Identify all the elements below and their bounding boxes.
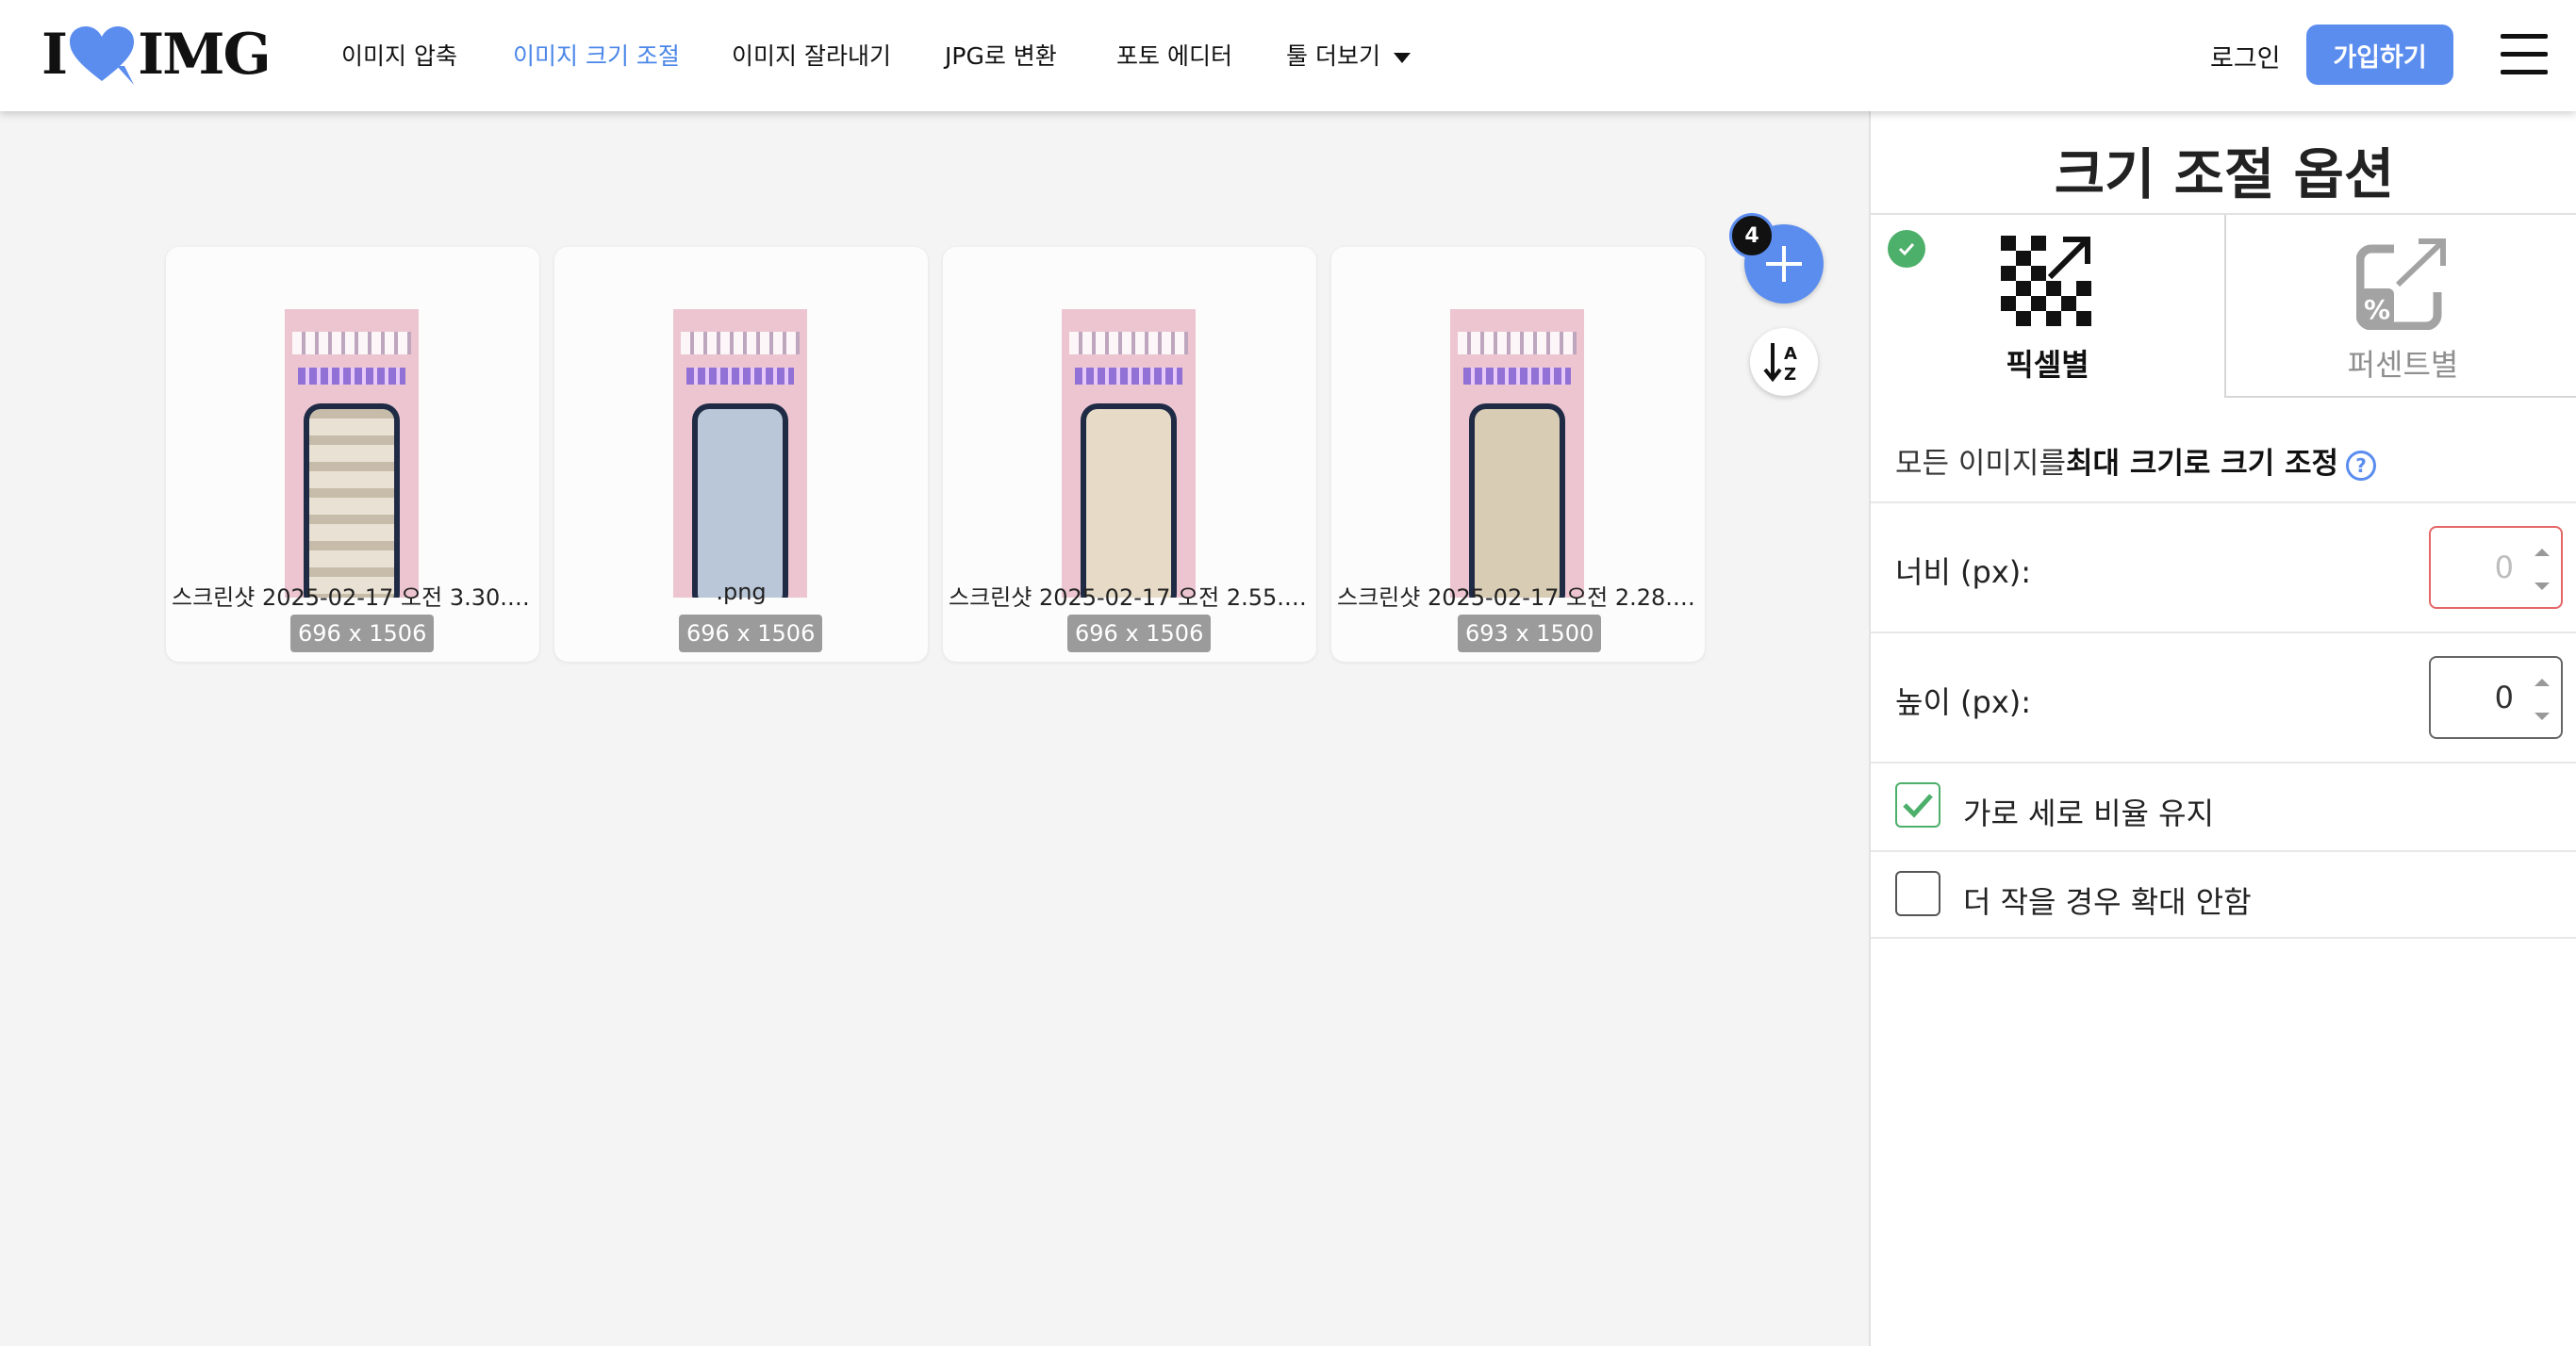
desc-prefix: 모든 이미지를 bbox=[1895, 447, 2066, 481]
file-thumbnail bbox=[1450, 309, 1584, 598]
file-count-badge: 4 bbox=[1729, 213, 1775, 258]
nav-more-tools[interactable]: 툴 더보기 bbox=[1286, 38, 1411, 72]
hamburger-line bbox=[2501, 52, 2548, 57]
hamburger-menu-icon[interactable] bbox=[2501, 34, 2548, 74]
thumb-caption-1 bbox=[1458, 332, 1577, 354]
help-icon[interactable]: ? bbox=[2346, 450, 2377, 481]
file-thumbnail bbox=[285, 309, 419, 598]
hamburger-line bbox=[2501, 70, 2548, 74]
caret-down-icon bbox=[1393, 52, 1411, 63]
file-dimensions: 696 x 1506 bbox=[679, 615, 823, 652]
file-name: 스크린샷 2025-02-17 오전 3.30.14.png bbox=[172, 584, 534, 611]
desc-bold: 최대 크기로 크기 조정 bbox=[2065, 447, 2339, 481]
resize-description: 모든 이미지를최대 크기로 크기 조정? bbox=[1895, 439, 2377, 482]
logo-text-img: IMG bbox=[138, 22, 272, 88]
nav-resize-image[interactable]: 이미지 크기 조절 bbox=[513, 38, 680, 72]
file-name: 스크린샷 2025-02-17 오전 2.28.39.png bbox=[1337, 584, 1699, 611]
keep-ratio-label[interactable]: 가로 세로 비율 유지 bbox=[1963, 790, 2214, 833]
nav-crop-image[interactable]: 이미지 잘라내기 bbox=[732, 38, 891, 72]
tab-by-pixels[interactable]: 픽셀별 bbox=[1871, 215, 2224, 398]
height-row: 높이 (px): 0 bbox=[1871, 632, 2576, 762]
file-thumbnail bbox=[1062, 309, 1196, 598]
top-header: I IMG 이미지 압축 이미지 크기 조절 이미지 잘라내기 JPG로 변환 … bbox=[0, 0, 2576, 111]
file-dimensions: 693 x 1500 bbox=[1458, 615, 1602, 652]
height-spinner-icon[interactable] bbox=[2535, 679, 2550, 720]
thumb-phone-screen bbox=[1475, 409, 1560, 598]
thumb-phone bbox=[1469, 403, 1565, 598]
width-value: 0 bbox=[2494, 550, 2514, 585]
tab-by-pixels-label: 픽셀별 bbox=[2006, 347, 2089, 383]
thumb-caption-1 bbox=[1069, 332, 1188, 354]
width-label: 너비 (px): bbox=[1895, 554, 2032, 590]
height-label: 높이 (px): bbox=[1895, 684, 2032, 720]
pixels-resize-icon bbox=[2001, 236, 2091, 326]
height-value: 0 bbox=[2494, 680, 2514, 715]
file-name: 스크린샷 2025-02-17 오전 2.55.05.png bbox=[949, 584, 1311, 611]
thumb-caption-1 bbox=[292, 332, 411, 354]
heart-icon bbox=[70, 26, 135, 85]
file-card[interactable]: 스크린샷 2025-02-17 오전 3.30.14.png 696 x 150… bbox=[166, 247, 539, 662]
keep-ratio-row: 가로 세로 비율 유지 bbox=[1871, 762, 2576, 850]
logo-letter-i: I bbox=[41, 22, 68, 88]
signup-button[interactable]: 가입하기 bbox=[2306, 25, 2453, 85]
thumb-phone-screen bbox=[1086, 409, 1171, 598]
checkmark-icon bbox=[1903, 794, 1933, 818]
thumb-caption-2 bbox=[1075, 368, 1182, 385]
height-input[interactable]: 0 bbox=[2429, 656, 2563, 739]
svg-text:%: % bbox=[2364, 294, 2390, 325]
tab-by-percentage-label: 퍼센트별 bbox=[2347, 347, 2459, 383]
file-dimensions: 696 x 1506 bbox=[1067, 615, 1212, 652]
file-card[interactable]: 스크린샷 2025-02-17 오전 2.28.39.png 693 x 150… bbox=[1331, 247, 1705, 662]
nav-compress-image[interactable]: 이미지 압축 bbox=[341, 38, 457, 72]
file-card[interactable]: 스크린샷 2025-02-17 오전 2.55.05.png 696 x 150… bbox=[943, 247, 1316, 662]
thumb-phone bbox=[692, 403, 788, 598]
selected-check-icon bbox=[1888, 230, 1925, 268]
login-link[interactable]: 로그인 bbox=[2210, 38, 2281, 74]
sort-button[interactable]: A Z bbox=[1750, 328, 1818, 396]
hamburger-line bbox=[2501, 34, 2548, 39]
resize-mode-tabs: 픽셀별 % 퍼센트별 bbox=[1871, 213, 2576, 398]
iloveimg-logo[interactable]: I IMG bbox=[41, 22, 272, 88]
file-card[interactable]: .png 696 x 1506 bbox=[554, 247, 928, 662]
thumb-caption-2 bbox=[298, 368, 405, 385]
nav-convert-to-jpg[interactable]: JPG로 변환 bbox=[945, 38, 1057, 72]
thumb-phone bbox=[1081, 403, 1177, 598]
nav-more-tools-label: 툴 더보기 bbox=[1286, 42, 1380, 70]
svg-text:A: A bbox=[1784, 344, 1797, 364]
thumb-caption-1 bbox=[681, 332, 800, 354]
thumb-caption-2 bbox=[686, 368, 794, 385]
percent-resize-icon: % bbox=[2356, 236, 2451, 330]
keep-ratio-checkbox[interactable] bbox=[1895, 782, 1940, 828]
width-spinner-icon[interactable] bbox=[2535, 549, 2550, 590]
svg-text:Z: Z bbox=[1784, 365, 1796, 385]
thumb-phone-screen bbox=[698, 409, 783, 598]
file-name: .png bbox=[716, 579, 767, 605]
sort-az-icon: A Z bbox=[1763, 343, 1797, 385]
file-thumbnail bbox=[673, 309, 807, 598]
thumb-phone-screen bbox=[309, 409, 394, 598]
panel-title: 크기 조절 옵션 bbox=[2054, 142, 2395, 206]
width-input[interactable]: 0 bbox=[2429, 526, 2563, 609]
no-enlarge-checkbox[interactable] bbox=[1895, 871, 1940, 916]
no-enlarge-label[interactable]: 더 작을 경우 확대 안함 bbox=[1963, 878, 2252, 922]
thumb-caption-2 bbox=[1463, 368, 1571, 385]
file-workspace: 스크린샷 2025-02-17 오전 3.30.14.png 696 x 150… bbox=[0, 111, 1869, 1346]
file-dimensions: 696 x 1506 bbox=[290, 615, 435, 652]
tab-by-percentage[interactable]: % 퍼센트별 bbox=[2224, 215, 2576, 398]
thumb-phone bbox=[304, 403, 400, 598]
resize-options-panel: 크기 조절 옵션 픽셀별 % 퍼센트별 모든 이미지를최대 크기로 크기 조정 … bbox=[1869, 111, 2576, 1346]
width-row: 너비 (px): 0 bbox=[1871, 501, 2576, 632]
no-enlarge-row: 더 작을 경우 확대 안함 bbox=[1871, 850, 2576, 939]
nav-photo-editor[interactable]: 포토 에디터 bbox=[1116, 38, 1232, 72]
